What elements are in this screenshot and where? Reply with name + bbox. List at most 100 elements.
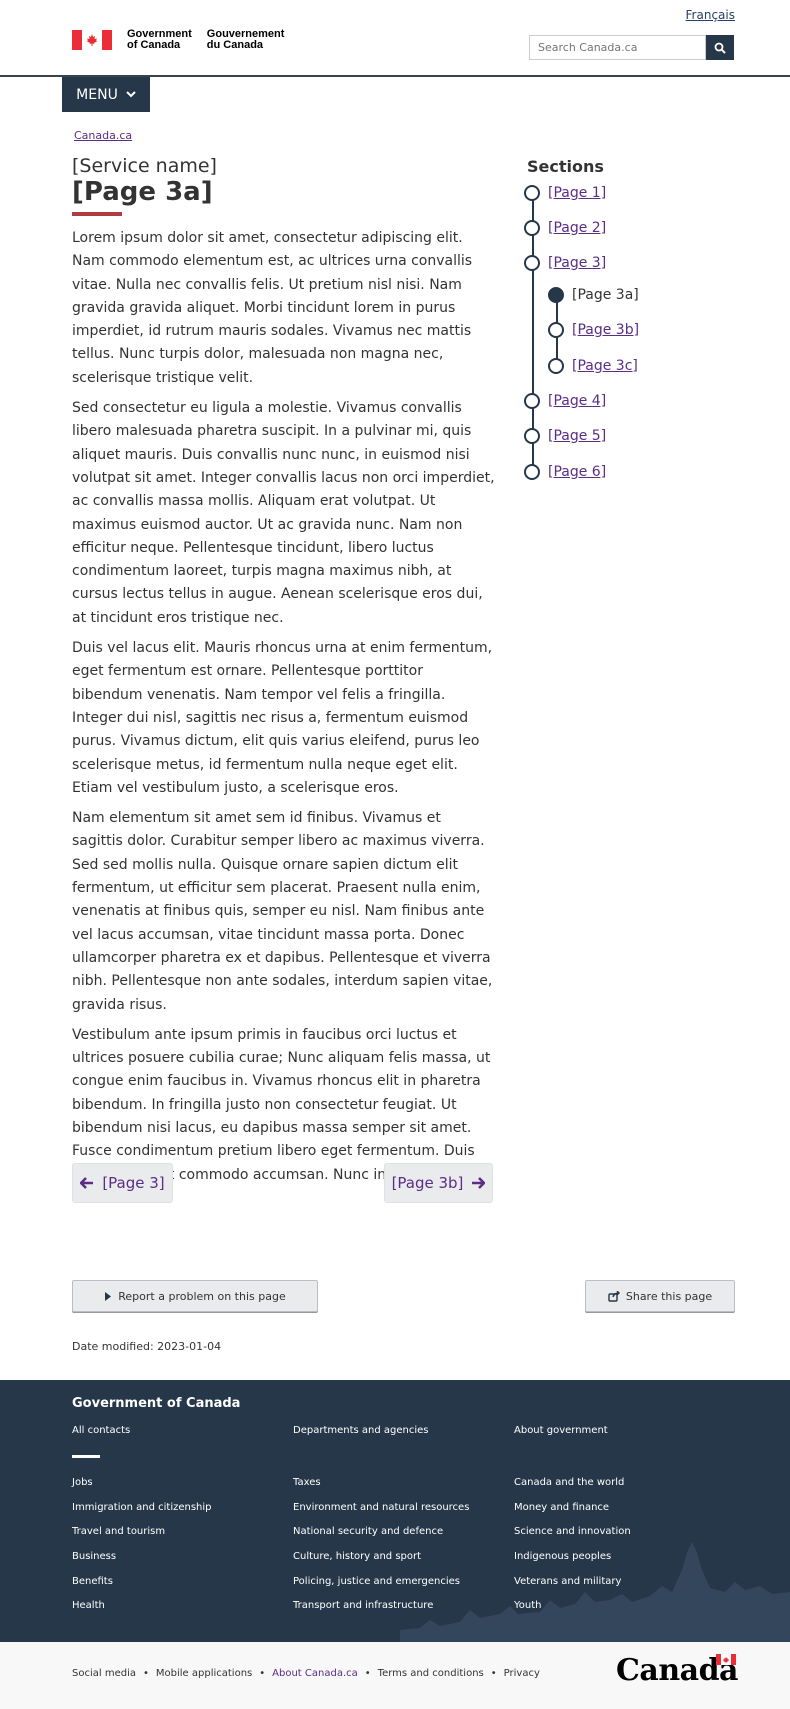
footer-top-link-departments[interactable]: Departments and agencies [293, 1425, 429, 1436]
footer-link[interactable]: Travel and tourism [72, 1526, 212, 1551]
section-link[interactable]: [Page 2] [548, 220, 606, 236]
footer-link[interactable]: Policing, justice and emergencies [293, 1576, 469, 1601]
menu-button[interactable]: MENU [62, 77, 150, 112]
separator-dot: • [259, 1668, 266, 1679]
paragraph: Sed consectetur eu ligula a molestie. Vi… [72, 400, 495, 626]
footer-link[interactable]: Indigenous peoples [514, 1551, 631, 1576]
footer-top-link-contacts[interactable]: All contacts [72, 1425, 130, 1436]
previous-page-label: [Page 3] [102, 1174, 165, 1192]
search-input[interactable] [529, 35, 706, 60]
previous-page-button[interactable]: [Page 3] [72, 1163, 173, 1203]
search-form [529, 35, 734, 60]
government-signature[interactable]: Government of Canada Gouvernement du Can… [72, 29, 284, 51]
footer-link[interactable]: Jobs [72, 1477, 212, 1502]
section-link[interactable]: [Page 3] [548, 255, 606, 271]
section-item-page-3a: [Page 3a] [548, 287, 639, 303]
step-circle-icon [524, 464, 540, 480]
wordmark-en-line2: of Canada [127, 39, 181, 51]
wordmark-french: Gouvernement du Canada [207, 29, 285, 51]
step-circle-icon [548, 322, 564, 338]
sections-heading: Sections [527, 157, 604, 176]
share-icon [608, 1290, 620, 1302]
wordmark-english: Government of Canada [127, 29, 192, 51]
footer-link[interactable]: Health [72, 1600, 212, 1625]
step-circle-icon [524, 393, 540, 409]
step-circle-icon [524, 220, 540, 236]
section-link[interactable]: [Page 5] [548, 428, 606, 444]
breadcrumb-home-link[interactable]: Canada.ca [74, 129, 132, 142]
arrow-left-icon [80, 1177, 94, 1189]
footer-link[interactable]: Culture, history and sport [293, 1551, 469, 1576]
service-name: [Service name] [72, 155, 217, 177]
section-link[interactable]: [Page 6] [548, 464, 606, 480]
footer-link[interactable]: Taxes [293, 1477, 469, 1502]
section-item-page-4[interactable]: [Page 4] [524, 393, 606, 409]
main-content: Lorem ipsum dolor sit amet, consectetur … [72, 227, 496, 1194]
footer-link[interactable]: Environment and natural resources [293, 1502, 469, 1527]
footer-link[interactable]: Science and innovation [514, 1526, 631, 1551]
footer-link[interactable]: Business [72, 1551, 212, 1576]
chevron-down-icon [126, 91, 136, 98]
section-link[interactable]: [Page 3c] [572, 358, 638, 374]
footer-column-1: Jobs Immigration and citizenship Travel … [72, 1477, 212, 1625]
next-page-button[interactable]: [Page 3b] [384, 1163, 493, 1203]
paragraph: Nam elementum sit amet sem id finibus. V… [72, 810, 493, 1013]
footer-link[interactable]: Benefits [72, 1576, 212, 1601]
wordmark-fr-line2: du Canada [206, 39, 264, 51]
caret-right-icon [105, 1291, 112, 1301]
paragraph: Duis vel lacus elit. Mauris rhoncus urna… [72, 640, 493, 796]
report-problem-label: Report a problem on this page [118, 1289, 286, 1303]
footer-link[interactable]: Transport and infrastructure [293, 1600, 469, 1625]
search-button[interactable] [706, 35, 734, 60]
section-item-page-5[interactable]: [Page 5] [524, 428, 606, 444]
section-item-page-1[interactable]: [Page 1] [524, 185, 606, 201]
search-icon [714, 42, 726, 54]
step-circle-icon [548, 358, 564, 374]
footer-link[interactable]: Veterans and military [514, 1576, 631, 1601]
section-current-label: [Page 3a] [572, 287, 639, 303]
section-item-page-2[interactable]: [Page 2] [524, 220, 606, 236]
footer-sub-link-about[interactable]: About Canada.ca [272, 1668, 358, 1679]
section-link[interactable]: [Page 4] [548, 393, 606, 409]
footer-divider [72, 1455, 100, 1458]
footer-main: Government of Canada All contacts Depart… [0, 1380, 790, 1642]
section-link[interactable]: [Page 3b] [572, 322, 639, 338]
separator-dot: • [142, 1668, 149, 1679]
current-step-icon [548, 287, 564, 303]
site-header: Français Government of Canada Gouverneme… [0, 0, 790, 77]
canada-wordmark-flag-icon [716, 1654, 736, 1665]
step-circle-icon [524, 185, 540, 201]
section-link[interactable]: [Page 1] [548, 185, 606, 201]
separator-dot: • [490, 1668, 497, 1679]
step-circle-icon [524, 428, 540, 444]
page-title: [Page 3a] [72, 177, 213, 207]
footer-column-2: Taxes Environment and natural resources … [293, 1477, 469, 1625]
footer-sub: Social media • Mobile applications • Abo… [0, 1642, 790, 1709]
section-item-page-3[interactable]: [Page 3] [524, 255, 606, 271]
footer-link[interactable]: Youth [514, 1600, 631, 1625]
footer-link[interactable]: National security and defence [293, 1526, 469, 1551]
footer-sub-link-privacy[interactable]: Privacy [504, 1668, 540, 1679]
share-page-button[interactable]: Share this page [585, 1280, 735, 1312]
footer-sub-link-social[interactable]: Social media [72, 1668, 136, 1679]
section-item-page-3c[interactable]: [Page 3c] [548, 358, 638, 374]
separator-dot: • [364, 1668, 371, 1679]
footer-top-link-about[interactable]: About government [514, 1425, 608, 1436]
section-item-page-3b[interactable]: [Page 3b] [548, 322, 639, 338]
paragraph: Lorem ipsum dolor sit amet, consectetur … [72, 230, 473, 386]
arrow-right-icon [472, 1177, 486, 1189]
section-item-page-6[interactable]: [Page 6] [524, 464, 606, 480]
report-problem-button[interactable]: Report a problem on this page [72, 1280, 318, 1312]
title-underline [72, 212, 122, 216]
next-page-label: [Page 3b] [391, 1174, 464, 1192]
menu-label: MENU [76, 86, 118, 103]
footer-link[interactable]: Money and finance [514, 1502, 631, 1527]
footer-link[interactable]: Immigration and citizenship [72, 1502, 212, 1527]
footer-sub-link-mobile[interactable]: Mobile applications [156, 1668, 252, 1679]
share-page-label: Share this page [625, 1289, 713, 1303]
footer-column-3: Canada and the world Money and finance S… [514, 1477, 631, 1625]
footer-sub-link-terms[interactable]: Terms and conditions [378, 1668, 484, 1679]
step-circle-icon [524, 255, 540, 271]
footer-link[interactable]: Canada and the world [514, 1477, 631, 1502]
language-toggle-link[interactable]: Français [686, 8, 735, 22]
